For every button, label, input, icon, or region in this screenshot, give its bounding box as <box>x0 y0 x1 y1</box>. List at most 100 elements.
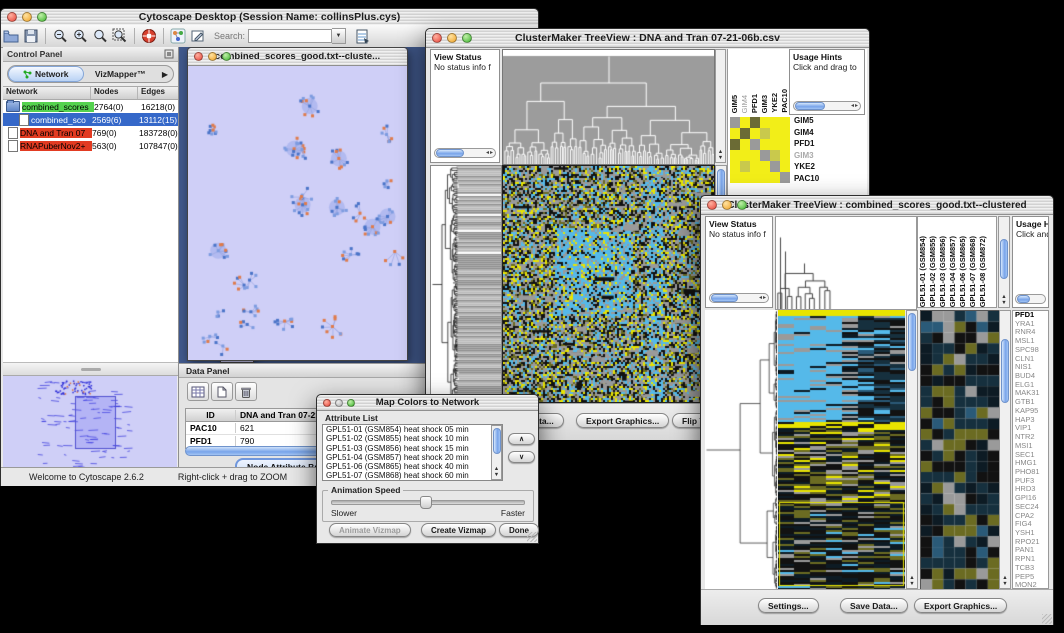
matrix-cell[interactable] <box>760 161 770 172</box>
scrollbar-arrows[interactable]: ▲▼ <box>716 149 725 161</box>
new-attribute-button[interactable] <box>211 382 233 401</box>
matrix-cell[interactable] <box>750 117 760 128</box>
scrollbar-arrows[interactable]: ▲▼ <box>907 575 917 587</box>
matrix-cell[interactable] <box>770 172 780 183</box>
scrollbar-thumb[interactable] <box>493 428 501 454</box>
zoom-heatmap-canvas[interactable] <box>920 310 1000 591</box>
gene-label[interactable]: MON2 <box>1013 581 1048 589</box>
network-tree-row[interactable]: DNA and Tran 07769(0)183728(0) <box>3 126 178 139</box>
export-graphics-button[interactable]: Export Graphics... <box>576 413 669 428</box>
gene-label-list[interactable]: PFD1YRA1RNR4MSL1SPC98CLN1NIS1BUD4ELG1MAK… <box>1012 310 1049 589</box>
zoom-button[interactable] <box>222 52 231 61</box>
minimize-button[interactable] <box>447 33 457 43</box>
matrix-cell[interactable] <box>740 139 750 150</box>
matrix-cell[interactable] <box>750 150 760 161</box>
column-tree-scrollbar[interactable]: ▲▼ <box>715 49 726 163</box>
network-window-titlebar[interactable]: combined_scores_good.txt--cluste... <box>188 48 407 66</box>
view-status-scrollbar[interactable]: ◂▸ <box>709 293 769 303</box>
row-label[interactable]: YKE2 <box>794 161 819 173</box>
scrollbar-thumb[interactable] <box>1000 239 1008 279</box>
matrix-cell[interactable] <box>730 117 740 128</box>
minimize-button[interactable] <box>208 52 217 61</box>
column-label[interactable]: GIM4 <box>740 95 750 113</box>
column-label[interactable]: GPL51-02 (GSM855) <box>928 236 938 307</box>
attribute-list-item[interactable]: GPL51-01 (GSM854) heat shock 05 min <box>323 425 502 434</box>
attribute-list-scrollbar[interactable]: ▲▼ <box>491 425 502 480</box>
network-view-canvas[interactable] <box>188 66 405 359</box>
scrollbar-arrows[interactable]: ◂▸ <box>851 102 859 109</box>
zoom-button[interactable] <box>737 200 747 210</box>
matrix-cell[interactable] <box>780 128 790 139</box>
export-graphics-button[interactable]: Export Graphics... <box>914 598 1007 613</box>
resize-grip[interactable] <box>1042 614 1052 624</box>
matrix-cell[interactable] <box>760 117 770 128</box>
matrix-cell[interactable] <box>780 172 790 183</box>
zoom-selected-button[interactable] <box>90 27 110 45</box>
column-label[interactable]: GIM3 <box>760 95 770 113</box>
matrix-cell[interactable] <box>740 117 750 128</box>
column-label[interactable]: GIM5 <box>730 95 740 113</box>
row-dendrogram-canvas[interactable] <box>705 310 777 589</box>
scrollbar-thumb[interactable] <box>436 149 464 157</box>
matrix-cell[interactable] <box>760 150 770 161</box>
minimize-button[interactable] <box>22 12 32 22</box>
move-down-button[interactable]: ∨ <box>508 451 535 463</box>
column-label[interactable]: GPL51-04 (GSM857) <box>948 236 958 307</box>
vizmapper-button[interactable] <box>168 27 188 45</box>
column-label[interactable]: GPL51-07 (GSM868) <box>968 236 978 307</box>
row-label[interactable]: PAC10 <box>794 173 819 185</box>
close-button[interactable] <box>432 33 442 43</box>
scrollbar-thumb[interactable] <box>711 294 738 302</box>
attribute-list-item[interactable]: GPL51-03 (GSM856) heat shock 15 min <box>323 444 502 453</box>
zoom-matrix[interactable] <box>730 117 790 183</box>
column-label[interactable]: GPL51-01 (GSM854) <box>918 236 928 307</box>
network-tree-row[interactable]: combined_sco2569(6)13112(15) <box>3 113 178 126</box>
matrix-cell[interactable] <box>770 139 780 150</box>
matrix-cell[interactable] <box>770 150 780 161</box>
dialog-titlebar[interactable]: Map Colors to Network <box>317 395 538 411</box>
row-label[interactable]: GIM4 <box>794 127 819 139</box>
create-vizmap-button[interactable]: Create Vizmap <box>421 523 496 537</box>
zoom-button[interactable] <box>462 33 472 43</box>
treeview2-titlebar[interactable]: ClusterMaker TreeView : combined_scores_… <box>701 196 1053 215</box>
matrix-cell[interactable] <box>750 139 760 150</box>
usage-hints-scrollbar[interactable]: ◂▸ <box>793 101 861 111</box>
view-status-scrollbar[interactable]: ◂▸ <box>434 148 496 158</box>
row-label[interactable]: GIM5 <box>794 115 819 127</box>
zoom-out-button[interactable] <box>50 27 70 45</box>
panel-splitter[interactable] <box>3 363 178 376</box>
network-overview-canvas[interactable] <box>3 376 177 476</box>
float-panel-icon[interactable] <box>164 49 174 59</box>
scrollbar-thumb[interactable] <box>795 102 825 110</box>
row-label[interactable]: PFD1 <box>794 138 819 150</box>
tab-network[interactable]: Network <box>8 66 84 82</box>
network-tree-row[interactable]: combined_scores2764(0)16218(0) <box>3 100 178 113</box>
matrix-cell[interactable] <box>730 161 740 172</box>
heatmap-vscrollbar[interactable]: ▲▼ <box>906 310 918 589</box>
animation-speed-slider-track[interactable] <box>331 500 525 505</box>
import-table-button[interactable] <box>352 27 372 45</box>
attribute-list-item[interactable]: GPL51-04 (GSM857) heat shock 20 min <box>323 453 502 462</box>
save-data-button[interactable]: Save Data... <box>840 598 908 613</box>
matrix-cell[interactable] <box>780 139 790 150</box>
scrollbar-thumb[interactable] <box>1017 295 1030 303</box>
zoom-in-button[interactable] <box>70 27 90 45</box>
main-titlebar[interactable]: Cytoscape Desktop (Session Name: collins… <box>1 9 538 26</box>
row-label[interactable]: GIM3 <box>794 150 819 162</box>
minimize-button[interactable] <box>722 200 732 210</box>
column-label[interactable]: GPL51-06 (GSM865) <box>958 236 968 307</box>
global-heatmap-canvas[interactable] <box>502 165 715 403</box>
matrix-cell[interactable] <box>750 128 760 139</box>
matrix-cell[interactable] <box>730 139 740 150</box>
global-heatmap-canvas[interactable] <box>778 310 905 589</box>
open-session-button[interactable] <box>1 27 21 45</box>
zoom-button[interactable] <box>37 12 47 22</box>
scrollbar-arrows[interactable]: ▲▼ <box>1000 575 1010 587</box>
zoom-fit-button[interactable] <box>110 27 130 45</box>
tabs-overflow-arrow[interactable]: ▶ <box>157 70 173 79</box>
id-column-header[interactable]: ID <box>186 410 236 420</box>
scrollbar-arrows[interactable]: ◂▸ <box>759 294 767 301</box>
move-up-button[interactable]: ∧ <box>508 433 535 445</box>
column-dendrogram-canvas[interactable] <box>775 216 917 310</box>
labels-scrollbar[interactable]: ▲▼ <box>998 216 1010 308</box>
